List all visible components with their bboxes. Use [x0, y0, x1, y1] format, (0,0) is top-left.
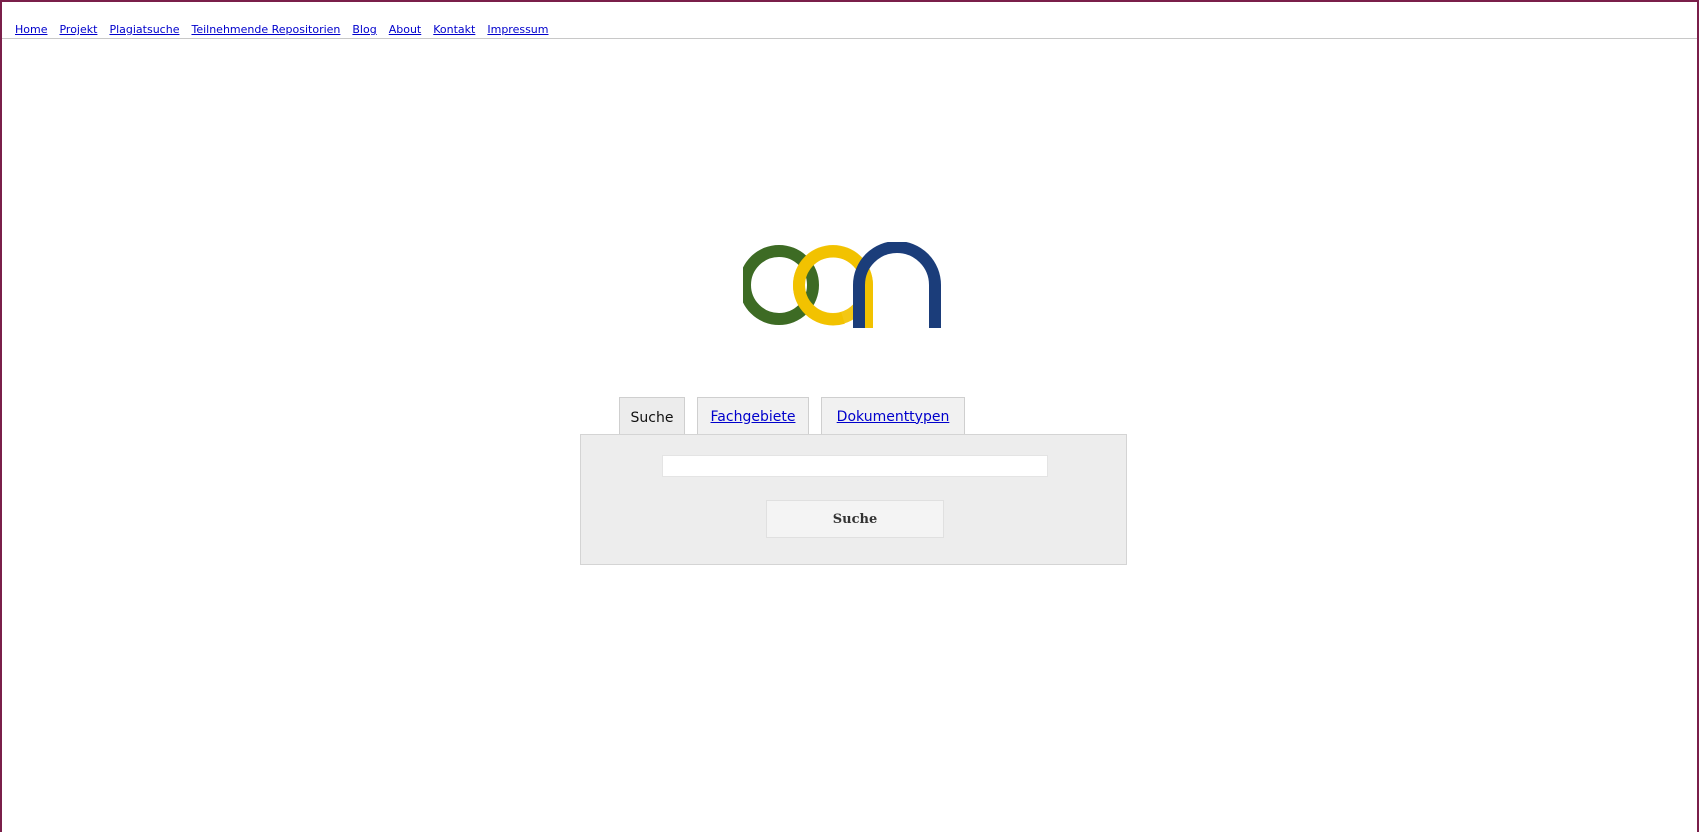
search-panel: Suche — [580, 434, 1127, 565]
nav-link-projekt[interactable]: Projekt — [59, 23, 97, 36]
search-button[interactable]: Suche — [766, 500, 944, 538]
tab-dokumenttypen-link[interactable]: Dokumenttypen — [837, 409, 950, 425]
nav-item-impressum: Impressum — [487, 18, 548, 37]
nav-item-about: About — [389, 18, 422, 37]
page-frame: Home Projekt Plagiatsuche Teilnehmende R… — [0, 0, 1699, 832]
top-navigation: Home Projekt Plagiatsuche Teilnehmende R… — [2, 2, 1697, 39]
nav-link-blog[interactable]: Blog — [352, 23, 376, 36]
nav-link-about[interactable]: About — [389, 23, 422, 36]
nav-item-home: Home — [15, 18, 47, 37]
nav-item-repositorien: Teilnehmende Repositorien — [191, 18, 340, 37]
tab-dokumenttypen[interactable]: Dokumenttypen — [821, 397, 965, 435]
tab-fachgebiete-link[interactable]: Fachgebiete — [711, 409, 796, 425]
nav-link-repositorien[interactable]: Teilnehmende Repositorien — [191, 23, 340, 36]
nav-item-kontakt: Kontakt — [433, 18, 475, 37]
tab-suche[interactable]: Suche — [619, 397, 685, 437]
nav-link-plagiatsuche[interactable]: Plagiatsuche — [109, 23, 179, 36]
tab-fachgebiete[interactable]: Fachgebiete — [697, 397, 809, 435]
nav-item-plagiatsuche: Plagiatsuche — [109, 18, 179, 37]
tab-suche-label: Suche — [630, 409, 674, 426]
search-input[interactable] — [662, 455, 1048, 477]
nav-item-blog: Blog — [352, 18, 376, 37]
nav-link-kontakt[interactable]: Kontakt — [433, 23, 475, 36]
nav-list: Home Projekt Plagiatsuche Teilnehmende R… — [15, 18, 549, 37]
nav-item-projekt: Projekt — [59, 18, 97, 37]
nav-link-impressum[interactable]: Impressum — [487, 23, 548, 36]
oan-logo — [743, 242, 941, 328]
nav-link-home[interactable]: Home — [15, 23, 47, 36]
